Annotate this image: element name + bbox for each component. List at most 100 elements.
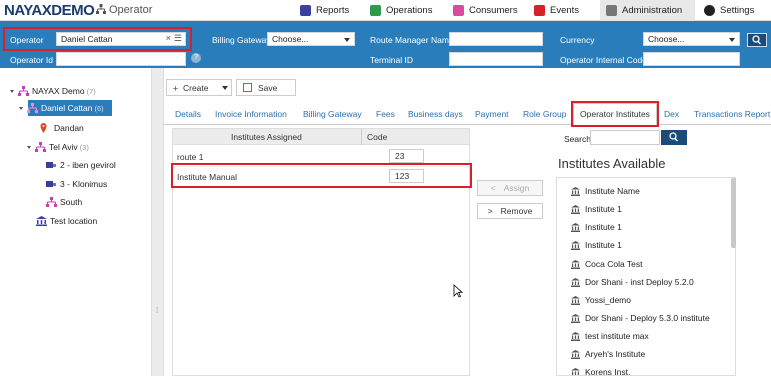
tree-node-label: 3 - Klonimus	[60, 179, 108, 189]
list-item[interactable]: test institute max	[571, 331, 649, 341]
plus-icon: +	[173, 82, 178, 93]
row-highlight	[171, 163, 472, 188]
list-item[interactable]: Korens Inst.	[571, 367, 630, 375]
list-item[interactable]: Institute 1	[571, 240, 622, 250]
location-pin-icon	[40, 123, 47, 133]
tree-node-label: South	[60, 197, 83, 207]
section-label: Operator	[109, 4, 153, 16]
tree-node-label: 2 - iben gevirol	[60, 160, 116, 170]
remove-label: Remove	[500, 206, 533, 216]
tree-node-label: Test location	[50, 216, 98, 226]
nav-consumers-label: Consumers	[469, 5, 518, 16]
operator-internal-code-input[interactable]	[643, 52, 740, 66]
institute-icon	[571, 277, 580, 287]
institute-icon	[36, 216, 47, 226]
tree-node-label: Dandan	[54, 123, 84, 133]
tab-billing-gateway[interactable]: Billing Gateway	[303, 109, 362, 119]
remove-button[interactable]: > Remove	[477, 203, 543, 219]
list-item[interactable]: Coca Cola Test	[571, 259, 642, 269]
tab-invoice-information[interactable]: Invoice Information	[215, 109, 287, 119]
filter-search-button[interactable]	[747, 33, 767, 47]
tree-node-count: (6)	[94, 103, 104, 113]
tab-role-group[interactable]: Role Group	[523, 109, 566, 119]
tree-node-count: (7)	[86, 86, 96, 96]
assign-button[interactable]: < Assign	[477, 180, 543, 196]
list-item[interactable]: Institute Name	[571, 186, 640, 196]
institutes-available-list: Institute Name Institute 1 Institute 1 I…	[556, 177, 736, 376]
search-input[interactable]	[590, 130, 660, 145]
currency-label: Currency	[560, 35, 595, 45]
tab-transactions-report[interactable]: Transactions Report	[694, 109, 770, 119]
scrollbar[interactable]	[731, 178, 736, 248]
nav-settings[interactable]: Settings	[700, 0, 758, 21]
hierarchy-icon	[35, 142, 46, 152]
grid-header: Institutes Assigned Code	[173, 129, 469, 145]
panel-splitter[interactable]: ⁞	[152, 68, 164, 376]
institute-icon	[571, 222, 580, 232]
logo: NAYAXDEMO	[4, 2, 95, 19]
tab-dex[interactable]: Dex	[664, 109, 679, 119]
list-item-label: Institute Name	[585, 186, 640, 196]
nav-operations[interactable]: Operations	[366, 0, 436, 21]
tab-business-days[interactable]: Business days	[408, 109, 463, 119]
top-bar: NAYAXDEMO Operator Reports Operations Co…	[0, 0, 771, 21]
operator-highlight	[3, 27, 192, 51]
column-divider	[361, 129, 362, 145]
hierarchy-icon	[27, 103, 38, 113]
institute-icon	[571, 295, 580, 305]
tree-node-daniel-cattan[interactable]: Daniel Cattan (6)	[19, 103, 104, 113]
tree-node-dandan[interactable]: Dandan	[38, 123, 84, 133]
create-button[interactable]: + Create	[166, 79, 232, 96]
list-item[interactable]: Institute 1	[571, 222, 622, 232]
expand-icon	[19, 106, 23, 110]
list-item-label: Aryeh's Institute	[585, 349, 646, 359]
operations-icon	[370, 5, 381, 16]
currency-select[interactable]: Choose...	[643, 32, 740, 46]
administration-icon	[606, 5, 617, 16]
search-button[interactable]	[661, 130, 687, 145]
list-item[interactable]: Dor Shani - Deploy 5.3.0 institute	[571, 313, 710, 323]
tree-node-south[interactable]: South	[46, 197, 82, 207]
list-item[interactable]: Dor Shani - inst Deploy 5.2.0	[571, 277, 694, 287]
tree-node-root[interactable]: NAYAX Demo (7)	[10, 86, 96, 96]
tab-highlight	[571, 101, 659, 127]
settings-icon	[704, 5, 715, 16]
chevron-down-icon	[729, 38, 735, 42]
chevron-down-icon	[344, 38, 350, 42]
list-item-label: Yossi_demo	[585, 295, 631, 305]
institute-icon	[571, 349, 580, 359]
list-item[interactable]: Yossi_demo	[571, 295, 631, 305]
tree-node-klonimus[interactable]: 3 - Klonimus	[46, 179, 107, 189]
consumers-icon	[453, 5, 464, 16]
list-item-label: Coca Cola Test	[585, 259, 643, 269]
list-item-label: Dor Shani - Deploy 5.3.0 institute	[585, 313, 710, 323]
help-icon[interactable]: ?	[191, 53, 201, 63]
terminal-id-input[interactable]	[449, 52, 543, 66]
tree-node-test-location[interactable]: Test location	[36, 216, 97, 226]
nav-events-label: Events	[550, 5, 580, 16]
institute-icon	[571, 331, 580, 341]
tab-fees[interactable]: Fees	[376, 109, 395, 119]
institute-icon	[571, 367, 580, 375]
search-label: Search	[564, 134, 591, 144]
route-manager-label: Route Manager Name	[370, 35, 454, 45]
section-title: Operator	[96, 4, 152, 16]
tree-node-tel-aviv[interactable]: Tel Aviv (3)	[27, 142, 89, 152]
nav-consumers[interactable]: Consumers	[449, 0, 522, 21]
tree-node-count: (3)	[79, 142, 89, 152]
list-item[interactable]: Institute 1	[571, 204, 622, 214]
save-button[interactable]: Save	[236, 79, 296, 96]
tree-node-iben-gevirol[interactable]: 2 - iben gevirol	[46, 160, 116, 170]
nav-reports[interactable]: Reports	[296, 0, 353, 21]
nav-administration[interactable]: Administration	[600, 0, 695, 21]
list-item[interactable]: Aryeh's Institute	[571, 349, 645, 359]
hierarchy-icon	[18, 86, 29, 96]
code-input[interactable]: 23	[389, 149, 424, 163]
institute-icon	[571, 313, 580, 323]
operator-id-input[interactable]	[56, 52, 186, 66]
route-manager-input[interactable]	[449, 32, 543, 46]
tab-details[interactable]: Details	[175, 109, 201, 119]
tab-payment[interactable]: Payment	[475, 109, 509, 119]
nav-events[interactable]: Events	[530, 0, 583, 21]
billing-gateway-select[interactable]: Choose...	[267, 32, 355, 46]
